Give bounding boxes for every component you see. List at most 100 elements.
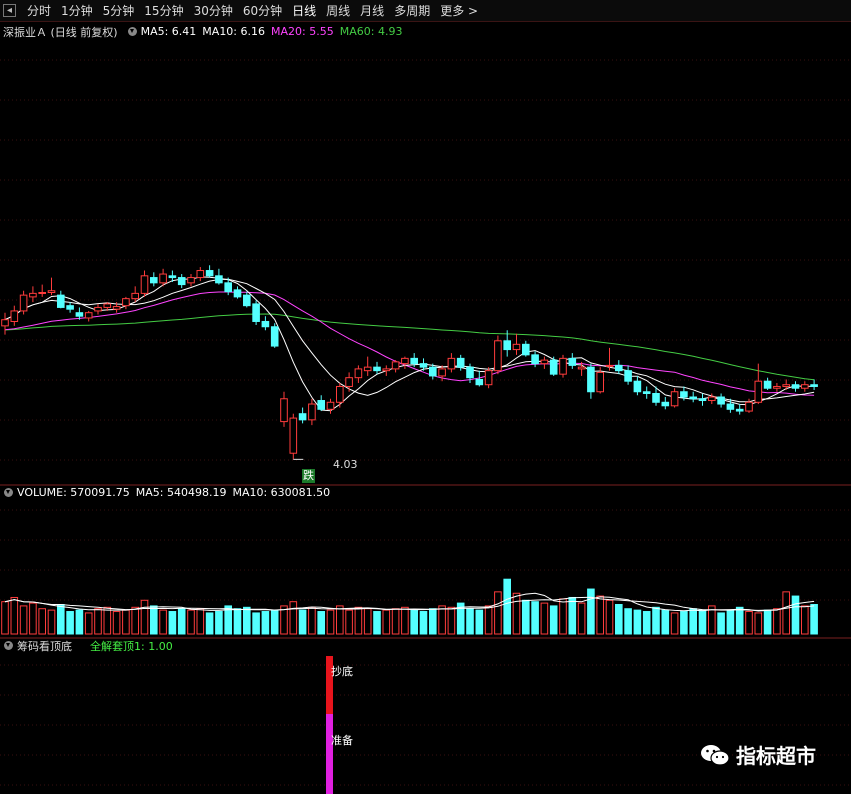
volume-legend: VOLUME: 570091.75 MA5: 540498.19 MA10: 6… (0, 484, 336, 501)
candle-body (689, 396, 698, 400)
candle-body (345, 377, 353, 387)
candle-body (243, 294, 251, 307)
candle-body (177, 277, 186, 286)
candle-body (122, 298, 130, 307)
candle-body (94, 306, 102, 312)
candle-body (159, 273, 167, 284)
volume-bar (103, 606, 112, 635)
volume-bar (308, 606, 316, 635)
candle-body (261, 320, 270, 328)
watermark-text: 指标超市 (736, 744, 816, 768)
candle-body (252, 303, 260, 322)
volume-bar (559, 598, 567, 635)
indicator-name: 筹码看顶底 (17, 639, 72, 653)
volume-bar (615, 604, 623, 635)
candle-body (717, 396, 725, 405)
volume-bar (298, 609, 307, 635)
volume-bar (112, 611, 121, 635)
indicator-legend: 筹码看顶底 全解套顶1: 1.00 (0, 637, 179, 654)
volume-bar (289, 601, 298, 635)
candle-body (801, 384, 809, 389)
volume-bar (38, 608, 47, 635)
volume-bar (466, 608, 474, 635)
signal-bar-magenta (326, 714, 333, 794)
ma20-value: MA20: 5.55 (271, 25, 334, 38)
candle-body (19, 294, 28, 312)
volume-bar (159, 609, 167, 635)
candle-body (401, 357, 409, 365)
candle-body (112, 306, 121, 310)
volume-bar (252, 612, 260, 635)
stock-name: 深振业Ａ (日线 前复权) (3, 25, 118, 39)
ma5-value: MA5: 6.41 (140, 25, 197, 38)
candle-body (317, 400, 325, 410)
volume-ma5: MA5: 540498.19 (135, 486, 227, 499)
candle-body (503, 340, 511, 351)
candle-body (150, 277, 158, 284)
candle-body (456, 357, 465, 368)
volume-bar (633, 609, 642, 635)
candle-body (642, 391, 651, 394)
ma60-value: MA60: 4.93 (339, 25, 403, 38)
price-legend: 深振业Ａ (日线 前复权) MA5: 6.41 MA10: 6.16 MA20:… (0, 23, 408, 40)
volume-bar (317, 611, 325, 635)
dropdown-icon[interactable] (4, 488, 13, 497)
candle-body (354, 368, 363, 379)
dropdown-icon[interactable] (4, 641, 13, 650)
candle-body (1, 319, 9, 327)
candle-body (38, 291, 47, 294)
candle-body (447, 357, 456, 370)
candle-body (652, 392, 660, 403)
candle-body (140, 275, 149, 294)
volume-bar (531, 601, 539, 635)
chart-canvas (0, 59, 851, 786)
volume-bar (438, 605, 446, 635)
volume-bar (494, 591, 502, 635)
low-price-label: 4.03 (333, 458, 358, 471)
candle-body (466, 366, 474, 379)
volume-bar (624, 608, 632, 635)
volume-bar (522, 599, 530, 635)
volume-bar (140, 599, 149, 635)
volume-bar (568, 596, 577, 635)
candle-body (791, 384, 800, 389)
candle-body (708, 396, 716, 402)
volume-bar (773, 608, 781, 635)
volume-bar (782, 591, 791, 635)
candle-body (615, 364, 623, 372)
candle-body (577, 366, 586, 370)
candle-body (373, 366, 381, 372)
volume-bar (66, 611, 74, 635)
volume-bar (642, 611, 651, 635)
volume-bar (391, 608, 400, 635)
volume-bar (577, 602, 586, 635)
candle-body (29, 292, 37, 298)
volume-bar (484, 605, 493, 635)
volume-bar (84, 612, 93, 635)
volume-bar (345, 609, 353, 635)
candle-body (205, 270, 214, 277)
dropdown-icon[interactable] (127, 27, 137, 36)
candle-body (475, 378, 484, 386)
volume-bar (131, 606, 139, 635)
volume-bar (382, 609, 391, 635)
candle-body (484, 370, 493, 386)
volume-ma10: MA10: 630081.50 (232, 486, 331, 499)
candle-body (670, 391, 679, 407)
volume-bar (326, 609, 335, 635)
volume-bar (270, 609, 279, 635)
volume-bar (475, 609, 484, 635)
candle-body (680, 391, 688, 398)
volume-bar (605, 599, 614, 635)
volume-bar (215, 611, 223, 635)
candle-body (810, 384, 818, 387)
candle-body (10, 310, 19, 322)
candle-body (131, 292, 139, 300)
candle-body (280, 398, 288, 423)
candle-body (531, 354, 539, 365)
candle-body (215, 275, 223, 284)
volume-bar (168, 611, 177, 635)
volume-value: VOLUME: 570091.75 (17, 486, 130, 499)
candle-body (512, 343, 521, 351)
candle-body (57, 294, 65, 308)
